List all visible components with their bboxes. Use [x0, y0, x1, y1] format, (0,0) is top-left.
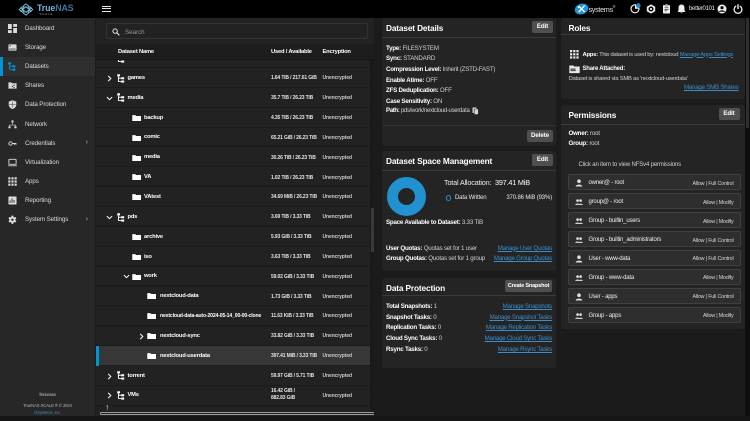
- svg-text:SMB: SMB: [570, 67, 576, 71]
